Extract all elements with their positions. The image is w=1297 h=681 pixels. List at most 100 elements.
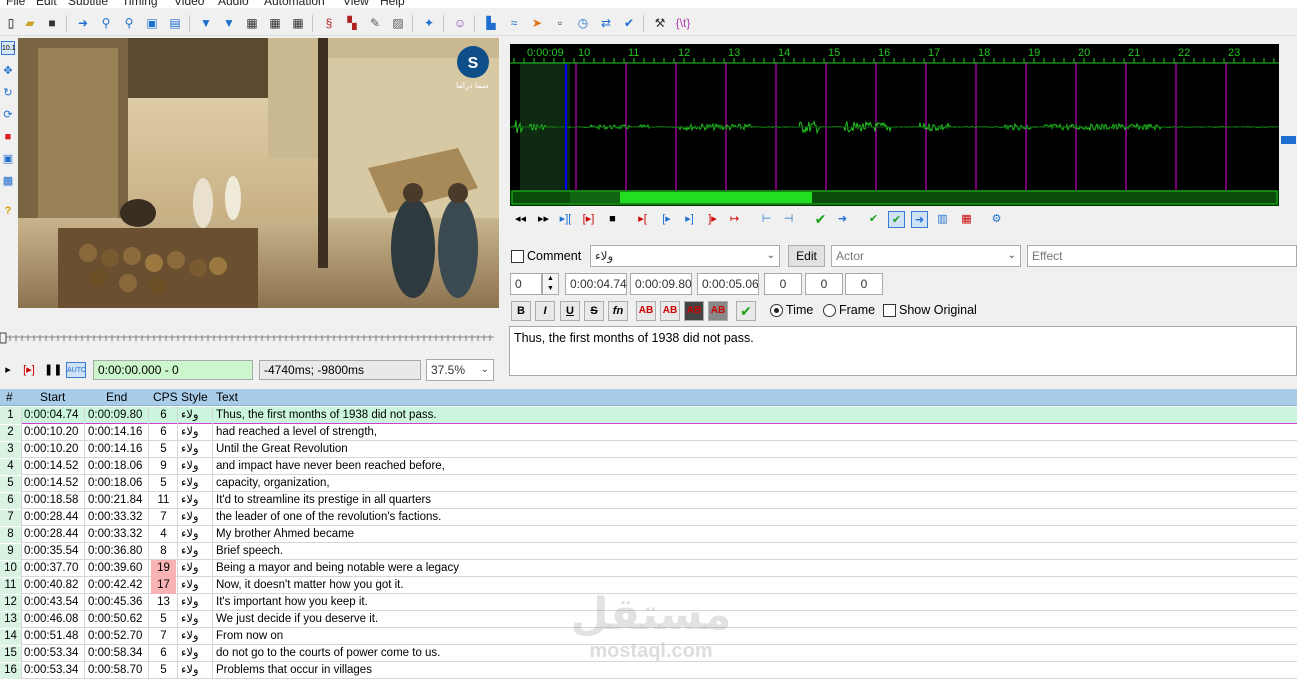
margin-right-field[interactable]: 0 — [805, 273, 843, 295]
secondary-color-button[interactable]: AB — [660, 301, 680, 321]
properties-icon[interactable]: ▚ — [344, 15, 360, 31]
play-after-end-icon[interactable]: ]▸ — [704, 211, 721, 228]
auto-next-icon[interactable]: ✔ — [888, 211, 905, 228]
scale-tool-icon[interactable]: ■ — [1, 130, 15, 144]
time-radio[interactable] — [770, 304, 783, 317]
new-file-icon[interactable]: ▯ — [3, 15, 19, 31]
options-icon[interactable]: ⚒ — [652, 15, 668, 31]
clock-icon[interactable]: ◷ — [575, 15, 591, 31]
help-icon[interactable]: ? — [1, 204, 15, 218]
play-to-end-icon[interactable]: ↦ — [726, 211, 743, 228]
karaoke-icon[interactable]: ▦ — [958, 211, 975, 228]
go-to-next-icon[interactable]: ➜ — [834, 211, 851, 228]
translation-assistant-icon[interactable]: ✦ — [421, 15, 437, 31]
fonts-collector-icon[interactable]: ▦ — [267, 15, 283, 31]
table-row[interactable]: 11 0:00:40.82 0:00:42.42 17 ولاء Now, it does… — [0, 577, 1297, 594]
menu-file[interactable]: File — [6, 0, 25, 8]
play-before-start-icon[interactable]: ▸[ — [634, 211, 651, 228]
play-icon[interactable]: ▸ — [0, 362, 16, 378]
menu-video[interactable]: Video — [174, 0, 204, 8]
table-row[interactable]: 8 0:00:28.44 0:00:33.32 4 ولاء My brother Ahm… — [0, 526, 1297, 543]
table-row[interactable]: 15 0:00:53.34 0:00:58.34 6 ولاء do not go to … — [0, 645, 1297, 662]
save-file-icon[interactable]: ■ — [44, 15, 60, 31]
next-line-icon[interactable]: ▸▸ — [535, 211, 552, 228]
audio-options-icon[interactable]: ⚙ — [988, 211, 1005, 228]
clip-tool-icon[interactable]: ▣ — [1, 152, 15, 166]
commit-icon[interactable]: ✔ — [812, 211, 829, 228]
open-file-icon[interactable]: ▰ — [22, 15, 38, 31]
table-row[interactable]: 10 0:00:37.70 0:00:39.60 19 ولاء Being a mayo… — [0, 560, 1297, 577]
table-row[interactable]: 2 0:00:10.20 0:00:14.16 6 ولاء had reached a… — [0, 424, 1297, 441]
subtitle-grid[interactable]: # Start End CPS Style Text 1 0:00:04.74 0:… — [0, 389, 1297, 681]
table-row[interactable]: 16 0:00:53.34 0:00:58.70 5 ولاء Problems that… — [0, 662, 1297, 679]
effect-field[interactable]: Effect — [1027, 245, 1297, 267]
autoscroll-toggle-icon[interactable]: AUTO — [66, 362, 86, 378]
shift-times-icon[interactable]: ▙ — [483, 15, 499, 31]
menu-timing[interactable]: Timing — [122, 0, 158, 8]
shadow-color-button[interactable]: AB — [708, 301, 728, 321]
tag-toggle-icon[interactable]: {\t} — [675, 15, 691, 31]
menu-audio[interactable]: Audio — [218, 0, 249, 8]
play-after-start-icon[interactable]: [▸ — [658, 211, 675, 228]
video-zoom-select[interactable]: 37.5% ⌄ — [426, 359, 494, 381]
visual-typesetting-icon[interactable]: ▫ — [552, 15, 568, 31]
play-before-end-icon[interactable]: ▸] — [681, 211, 698, 228]
outline-color-button[interactable]: AB — [684, 301, 704, 321]
end-time-field[interactable]: 0:00:09.80 — [630, 273, 692, 295]
table-row[interactable]: 6 0:00:18.58 0:00:21.84 11 ولاء It'd to strea… — [0, 492, 1297, 509]
zoom-in-icon[interactable]: ⚲ — [98, 15, 114, 31]
comment-checkbox[interactable] — [511, 250, 524, 263]
subtitle-text-editor[interactable]: Thus, the first months of 1938 did not p… — [509, 326, 1297, 376]
standard-tool-icon[interactable]: 10.1 — [1, 41, 16, 55]
select-lines-icon[interactable]: ✔ — [621, 15, 637, 31]
bold-button[interactable]: B — [511, 301, 531, 321]
commit-button[interactable]: ✔ — [736, 301, 756, 321]
primary-color-button[interactable]: AB — [636, 301, 656, 321]
kanji-timer-icon[interactable]: ➤ — [529, 15, 545, 31]
duration-field[interactable]: 0:00:05.06 — [697, 273, 759, 295]
table-row[interactable]: 14 0:00:51.48 0:00:52.70 7 ولاء From now on — [0, 628, 1297, 645]
strikeout-button[interactable]: S — [584, 301, 604, 321]
audio-zoom-scrollbar[interactable] — [1280, 44, 1297, 206]
timing-post-processor-icon[interactable]: ≈ — [506, 15, 522, 31]
find-icon[interactable]: ▼ — [198, 15, 214, 31]
lead-out-icon[interactable]: ⊣ — [780, 211, 797, 228]
edit-style-button[interactable]: Edit — [788, 245, 825, 267]
auto-scroll-icon[interactable]: ➜ — [911, 211, 928, 228]
rotate-xy-icon[interactable]: ⟳ — [1, 108, 15, 122]
video-position-field[interactable]: 0:00:00.000 - 0 — [93, 360, 253, 380]
video-seek-slider[interactable] — [0, 331, 496, 345]
vector-clip-icon[interactable]: ▩ — [1, 174, 15, 188]
table-row[interactable]: 5 0:00:14.52 0:00:18.06 5 ولاء capacity, orga… — [0, 475, 1297, 492]
audio-waveform-display[interactable]: 0:00:09 10 11 12 13 14 15 16 17 18 19 20 21 22 23 — [510, 44, 1279, 206]
margin-left-field[interactable]: 0 — [764, 273, 802, 295]
italic-button[interactable]: I — [535, 301, 555, 321]
table-row[interactable]: 7 0:00:28.44 0:00:33.32 7 ولاء the leader of … — [0, 509, 1297, 526]
show-original-checkbox[interactable] — [883, 304, 896, 317]
previous-line-icon[interactable]: ◂◂ — [512, 211, 529, 228]
style-select[interactable]: ولاء ⌄ — [590, 245, 780, 267]
menu-view[interactable]: View — [343, 0, 369, 8]
table-row[interactable]: 1 0:00:04.74 0:00:09.80 6 ولاء Thus, the firs… — [0, 407, 1297, 424]
spectrum-icon[interactable]: ▥ — [934, 211, 951, 228]
video-close-icon[interactable]: ▤ — [167, 15, 183, 31]
drag-tool-icon[interactable]: ✥ — [1, 64, 15, 78]
play-selection-icon[interactable]: ▸][ — [557, 211, 574, 228]
table-row[interactable]: 3 0:00:10.20 0:00:14.16 5 ولاء Until the Grea… — [0, 441, 1297, 458]
lead-in-icon[interactable]: ⊢ — [758, 211, 775, 228]
menu-help[interactable]: Help — [380, 0, 405, 8]
actor-select[interactable]: Actor ⌄ — [831, 245, 1021, 267]
start-time-field[interactable]: 0:00:04.74 — [565, 273, 627, 295]
stop-icon[interactable]: ■ — [604, 211, 621, 228]
underline-button[interactable]: U — [560, 301, 580, 321]
video-display[interactable]: S سما دراما — [18, 38, 499, 308]
replace-icon[interactable]: ▼ — [221, 15, 237, 31]
video-open-icon[interactable]: ▣ — [144, 15, 160, 31]
pause-icon[interactable]: ❚❚ — [44, 362, 62, 378]
snap-icon[interactable]: ⇄ — [598, 15, 614, 31]
rotate-z-icon[interactable]: ↻ — [1, 86, 15, 100]
styles-manager-icon[interactable]: § — [321, 15, 337, 31]
margin-vertical-field[interactable]: 0 — [845, 273, 883, 295]
zoom-out-icon[interactable]: ⚲ — [121, 15, 137, 31]
table-row[interactable]: 9 0:00:35.54 0:00:36.80 8 ولاء Brief speech. — [0, 543, 1297, 560]
